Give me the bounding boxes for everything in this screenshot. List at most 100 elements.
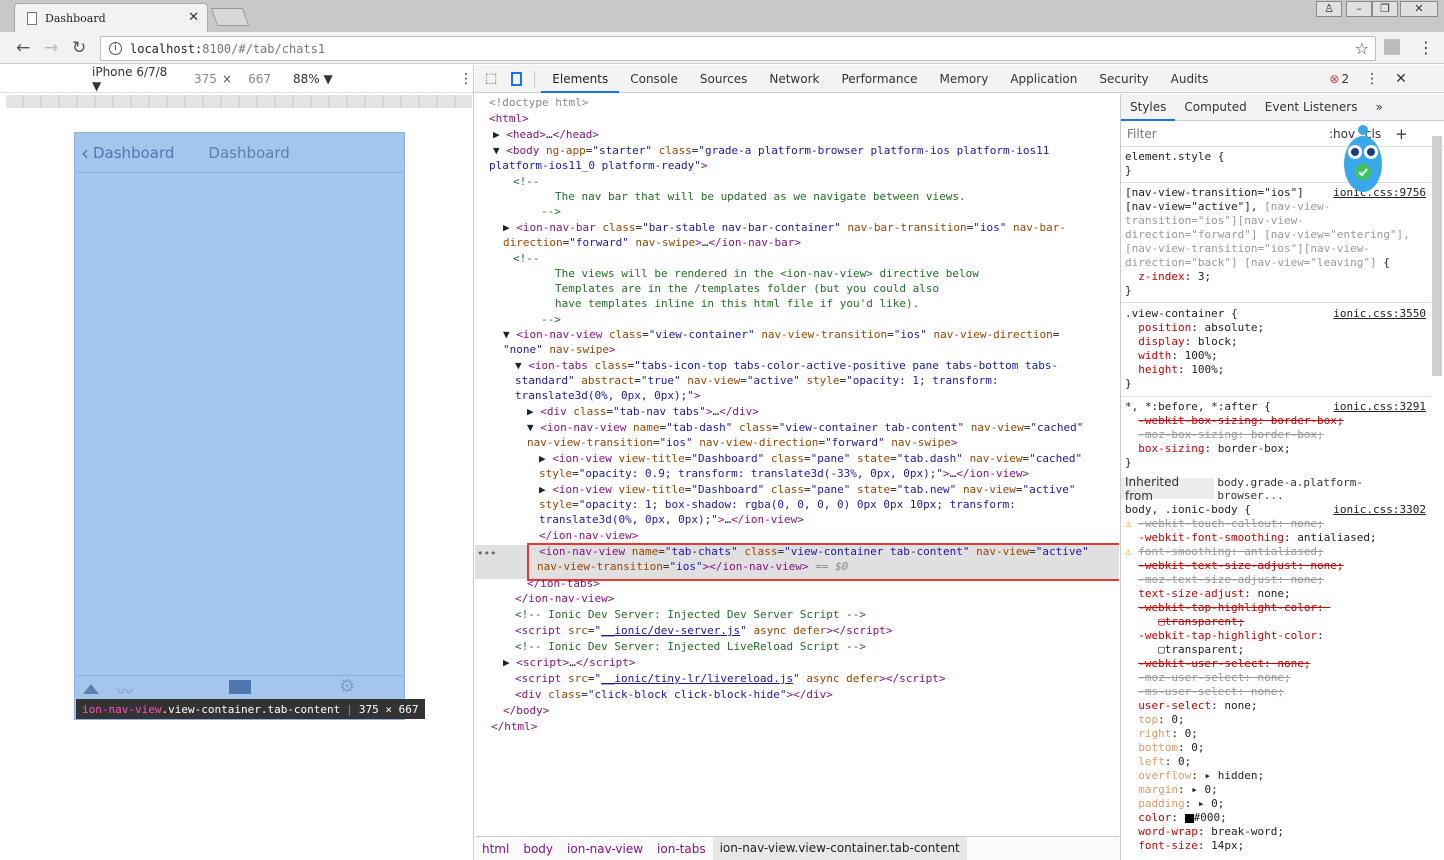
reload-icon[interactable]: ↻	[72, 38, 86, 58]
url-text: localhost:8100/#/tab/chats1	[130, 42, 325, 56]
new-tab-button[interactable]	[210, 8, 250, 26]
dom-line: style="opacity: 1; box-shadow: rgba(0, 0…	[539, 498, 1016, 511]
devtools-tabbar: ⬚ Elements Console Sources Network Perfo…	[475, 65, 1444, 93]
chevron-left-icon[interactable]: ‹	[81, 141, 89, 165]
style-rule[interactable]: element.style { }	[1125, 150, 1224, 178]
device-menu-icon[interactable]: ⋮	[459, 71, 473, 87]
style-rule[interactable]: .view-container { position: absolute; di…	[1125, 307, 1264, 391]
device-height[interactable]: 667	[248, 72, 293, 86]
style-rule[interactable]: body, .ionic-body { ⚠ -webkit-touch-call…	[1125, 503, 1377, 853]
close-window-button[interactable]: ✕	[1400, 1, 1438, 17]
elements-dom-tree[interactable]: ••• <!doctype html> <html> ▶ <head>…</he…	[475, 94, 1119, 835]
dom-line: standard" abstract="true" nav-view="acti…	[515, 374, 999, 387]
tab-performance[interactable]: Performance	[830, 65, 928, 93]
dom-line[interactable]: ▶ <ion-view view-title="Dashboard" class…	[475, 451, 1119, 467]
tab-memory[interactable]: Memory	[929, 65, 1000, 93]
style-rule[interactable]: *, *:before, *:after { -webkit-box-sizin…	[1125, 400, 1344, 470]
dom-line[interactable]: <!--	[475, 174, 1119, 190]
dom-line[interactable]: ▶ <ion-nav-bar class="bar-stable nav-bar…	[475, 220, 1119, 236]
close-tab-icon[interactable]: ✕	[188, 10, 199, 25]
dom-line[interactable]: ▼ <ion-tabs class="tabs-icon-top tabs-co…	[475, 358, 1119, 374]
tab-console[interactable]: Console	[619, 65, 689, 93]
dom-line: </html>	[491, 720, 538, 733]
divider	[1121, 396, 1431, 397]
crumb-selected[interactable]: ion-nav-view.view-container.tab-content	[712, 837, 967, 860]
dom-line: direction="forward" nav-swipe>…</ion-nav…	[503, 236, 802, 249]
device-width[interactable]: 375	[194, 72, 222, 86]
home-tab-icon[interactable]	[83, 682, 99, 694]
dom-line: translate3d(0%, 0px, 0px);">	[515, 389, 701, 402]
dom-line[interactable]: <!--	[475, 251, 1119, 267]
menu-dots-icon[interactable]: ⋮	[1418, 38, 1434, 57]
device-select[interactable]: iPhone 6/7/8 ▼	[92, 65, 176, 93]
inherited-selector[interactable]: body.grade-a.platform-browser...	[1214, 475, 1431, 502]
tab-audits[interactable]: Audits	[1160, 65, 1220, 93]
profile-icon[interactable]: ♙	[1316, 1, 1342, 17]
info-icon[interactable]: i	[109, 42, 122, 55]
device-pane: iPhone 6/7/8 ▼ 375 × 667 88% ▼ ⋮ ‹ Dashb…	[0, 65, 474, 860]
dom-line[interactable]: ▶ <script>…</script>	[475, 655, 1119, 671]
dom-line[interactable]: ▶ <div class="tab-nav tabs">…</div>	[475, 404, 1119, 420]
extension-icon[interactable]	[1384, 39, 1400, 55]
url-path: 8100/#/tab/chats1	[202, 41, 326, 56]
style-source-link[interactable]: ionic.css:3302	[1333, 503, 1426, 516]
dom-line[interactable]: ▶ <head>…</head>	[475, 127, 1119, 143]
chats-tab-icon[interactable]	[229, 680, 251, 694]
nav-title: Dashboard	[208, 143, 290, 162]
style-source-link[interactable]: ionic.css:3291	[1333, 400, 1426, 413]
inherited-from-header: Inherited from body.grade-a.platform-bro…	[1121, 475, 1431, 503]
tab-application[interactable]: Application	[999, 65, 1088, 93]
crumb-body[interactable]: body	[516, 842, 560, 856]
tab-sources[interactable]: Sources	[689, 65, 758, 93]
styles-scrollbar[interactable]	[1432, 136, 1442, 376]
tab-elements[interactable]: Elements	[541, 65, 620, 93]
tab-security[interactable]: Security	[1088, 65, 1159, 93]
dom-line[interactable]: <div class="click-block click-block-hide…	[475, 687, 1119, 703]
media-query-ruler	[6, 95, 472, 108]
inspect-icon[interactable]: ⬚	[485, 71, 497, 86]
crumb-ion-tabs[interactable]: ion-tabs	[650, 842, 713, 856]
address-bar[interactable]: i localhost:8100/#/tab/chats1 ☆	[100, 36, 1376, 61]
error-count[interactable]: 2	[1341, 72, 1349, 86]
gear-tab-icon[interactable]: ⚙	[339, 676, 355, 697]
dom-line[interactable]: <!doctype html>	[475, 95, 1119, 111]
dom-line[interactable]: <script src="__ionic/dev-server.js" asyn…	[475, 623, 1119, 639]
tab-event-listeners[interactable]: Event Listeners	[1256, 94, 1367, 121]
page-icon	[27, 11, 37, 25]
device-toggle-icon[interactable]	[511, 71, 523, 86]
back-arrow-icon[interactable]: ←	[16, 38, 30, 58]
url-host: localhost:	[130, 41, 203, 56]
tab-network[interactable]: Network	[758, 65, 830, 93]
add-rule-icon[interactable]: +	[1395, 125, 1408, 143]
restore-button[interactable]: ❐	[1372, 1, 1398, 17]
zoom-select[interactable]: 88% ▼	[293, 72, 349, 86]
back-button-label[interactable]: Dashboard	[93, 144, 174, 162]
filter-input[interactable]	[1127, 126, 1317, 141]
tab-styles[interactable]: Styles	[1121, 94, 1176, 121]
dom-line[interactable]: ▼ <ion-nav-view class="view-container" n…	[475, 327, 1119, 343]
dom-line[interactable]: <script src="__ionic/tiny-lr/livereload.…	[475, 671, 1119, 687]
tab-computed[interactable]: Computed	[1175, 94, 1255, 121]
error-icon[interactable]: ⊗	[1329, 72, 1339, 86]
dom-line[interactable]: ▼ <body ng-app="starter" class="grade-a …	[475, 143, 1119, 159]
dom-line: -->	[541, 205, 561, 218]
dom-line[interactable]: <!-- Ionic Dev Server: Injected LiveRelo…	[475, 639, 1119, 655]
forward-arrow-icon[interactable]: →	[44, 38, 58, 58]
bookmark-star-icon[interactable]: ☆	[1355, 39, 1369, 58]
devtools-menu-icon[interactable]: ⋮	[1365, 71, 1379, 87]
dom-line: </ion-nav-view>	[515, 592, 615, 605]
dom-line[interactable]: ▶ <ion-view view-title="Dashboard" class…	[475, 482, 1119, 498]
crumb-html[interactable]: html	[475, 842, 516, 856]
dom-line[interactable]: <html>	[475, 111, 1119, 127]
crumb-ion-nav-view[interactable]: ion-nav-view	[560, 842, 650, 856]
minimize-button[interactable]: –	[1346, 1, 1372, 17]
style-rule[interactable]: [nav-view-transition="ios"] [nav-view="a…	[1125, 186, 1410, 298]
close-devtools-icon[interactable]: ✕	[1395, 71, 1407, 87]
more-tabs-icon[interactable]: »	[1366, 94, 1391, 121]
dom-line[interactable]: <!-- Ionic Dev Server: Injected Dev Serv…	[475, 607, 1119, 623]
dom-line[interactable]: ▼ <ion-nav-view name="tab-dash" class="v…	[475, 420, 1119, 436]
browser-tab[interactable]: Dashboard ✕	[14, 3, 208, 32]
mascot-widget-icon[interactable]	[1342, 124, 1384, 196]
style-source-link[interactable]: ionic.css:3550	[1333, 307, 1426, 320]
dom-line: </ion-tabs>	[527, 577, 600, 590]
